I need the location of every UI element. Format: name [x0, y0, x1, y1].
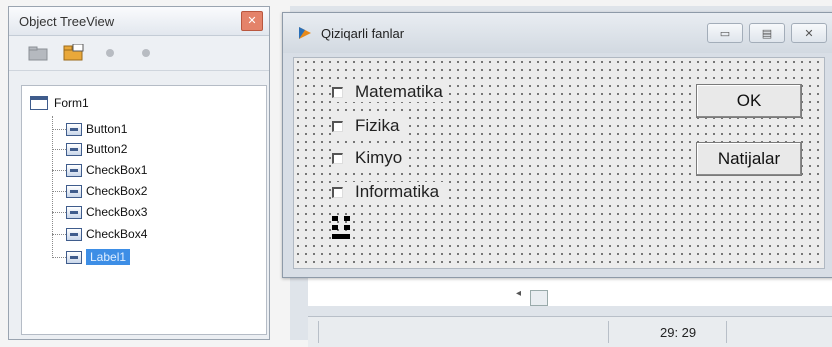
tree-node-checkbox4[interactable]: CheckBox4 [66, 225, 147, 243]
tree-node-checkbox3[interactable]: CheckBox3 [66, 203, 147, 221]
close-icon[interactable]: ✕ [241, 11, 263, 31]
form-icon [30, 96, 48, 110]
ok-button[interactable]: OK [696, 84, 802, 118]
status-separator [726, 321, 727, 343]
code-editor-area[interactable] [308, 276, 832, 306]
tree-connector [52, 170, 66, 171]
move-down-icon[interactable] [135, 44, 157, 62]
tree-node-label: CheckBox3 [86, 205, 148, 219]
component-tree: Form1 Button1 Button2 CheckBox1 CheckBox… [21, 85, 267, 335]
ide-screen: ◂ 29: 29 Object TreeView ✕ Form1 Button1… [0, 0, 832, 347]
form-title: Qiziqarli fanlar [321, 25, 405, 41]
checkbox-label: Kimyo [355, 148, 403, 167]
scroll-left-icon[interactable]: ◂ [516, 288, 521, 299]
results-button[interactable]: Natijalar [696, 142, 802, 176]
tree-node-form1[interactable]: Form1 [30, 94, 89, 112]
tree-node-checkbox1[interactable]: CheckBox1 [66, 161, 147, 179]
checkbox-box[interactable] [332, 152, 343, 164]
checkbox-component-icon [66, 163, 82, 177]
tree-connector [52, 212, 66, 213]
delphi-app-icon [299, 27, 311, 39]
label1-placeholder[interactable] [332, 216, 352, 240]
tree-node-label: Button1 [86, 122, 128, 136]
close-icon[interactable]: ✕ [791, 23, 827, 43]
checkbox-matematika[interactable]: Matematika [332, 82, 447, 102]
status-separator [608, 321, 609, 343]
scrollbar-thumb[interactable] [530, 290, 548, 306]
tree-connector [52, 149, 66, 150]
cursor-position: 29: 29 [660, 325, 697, 340]
tree-node-button1[interactable]: Button1 [66, 120, 127, 138]
button-component-icon [66, 122, 82, 136]
tree-connector [52, 257, 66, 258]
maximize-icon[interactable]: ▤ [749, 23, 785, 43]
window-controls: ▭ ▤ ✕ [707, 23, 827, 43]
label-component-icon [66, 250, 82, 264]
treeview-toolbar [9, 36, 269, 71]
status-bar: 29: 29 [308, 316, 832, 347]
tree-node-label: Button2 [86, 142, 128, 156]
checkbox-informatika[interactable]: Informatika [332, 182, 444, 202]
status-separator [318, 321, 319, 343]
checkbox-box[interactable] [332, 120, 343, 132]
form-design-grid[interactable]: Matematika Fizika Kimyo Informatika OK N… [293, 57, 825, 269]
checkbox-component-icon [66, 205, 82, 219]
checkbox-label: Matematika [355, 82, 443, 101]
tree-node-label: CheckBox1 [86, 163, 148, 177]
checkbox-label: Fizika [355, 116, 400, 135]
checkbox-component-icon [66, 184, 82, 198]
treeview-titlebar: Object TreeView ✕ [9, 7, 269, 36]
tree-connector [52, 234, 66, 235]
checkbox-fizika[interactable]: Fizika [332, 116, 404, 136]
tree-node-label1[interactable]: Label1 [66, 248, 131, 266]
folder-gray-icon[interactable] [27, 44, 49, 62]
tree-connector [52, 116, 53, 258]
object-treeview-panel: Object TreeView ✕ Form1 Button1 Button2 … [8, 6, 270, 340]
tree-node-button2[interactable]: Button2 [66, 140, 127, 158]
folder-open-icon[interactable] [63, 44, 85, 62]
checkbox-box[interactable] [332, 186, 343, 198]
tree-connector [52, 129, 66, 130]
tree-node-label: CheckBox4 [86, 227, 148, 241]
checkbox-box[interactable] [332, 86, 343, 98]
button-component-icon [66, 142, 82, 156]
tree-connector [52, 191, 66, 192]
checkbox-label: Informatika [355, 182, 440, 201]
tree-node-label: Form1 [54, 96, 89, 110]
tree-node-label: CheckBox2 [86, 184, 148, 198]
minimize-icon[interactable]: ▭ [707, 23, 743, 43]
move-up-icon[interactable] [99, 44, 121, 62]
checkbox-component-icon [66, 227, 82, 241]
checkbox-kimyo[interactable]: Kimyo [332, 148, 407, 168]
treeview-title: Object TreeView [19, 13, 115, 29]
tree-node-label-selected: Label1 [86, 249, 131, 265]
form-designer-window: Qiziqarli fanlar ▭ ▤ ✕ Matematika Fizika… [282, 12, 832, 278]
tree-node-checkbox2[interactable]: CheckBox2 [66, 182, 147, 200]
